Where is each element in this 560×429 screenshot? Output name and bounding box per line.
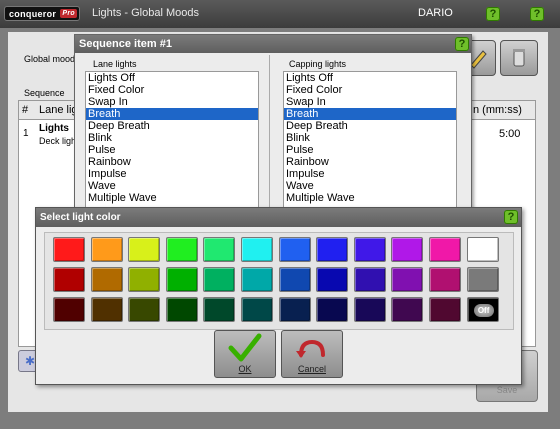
- color-swatch[interactable]: [278, 267, 311, 292]
- undo-arrow-icon: [296, 339, 325, 358]
- row-duration: 5:00: [499, 128, 521, 140]
- list-item[interactable]: Blink: [284, 132, 456, 144]
- logo-text: conqueror: [9, 9, 57, 19]
- color-swatch[interactable]: [278, 297, 311, 322]
- capping-lights-list[interactable]: Lights Off Fixed Color Swap In Breath Deep B…: [283, 71, 457, 211]
- color-swatch[interactable]: [203, 297, 236, 322]
- color-swatch[interactable]: [165, 297, 198, 322]
- color-swatch[interactable]: [90, 267, 123, 292]
- help-icon[interactable]: ?: [504, 210, 518, 224]
- ok-button[interactable]: OK: [214, 330, 276, 378]
- list-item[interactable]: Pulse: [86, 144, 258, 156]
- color-swatch[interactable]: [429, 267, 461, 292]
- list-item[interactable]: Multiple Wave: [86, 192, 258, 204]
- color-swatch[interactable]: [165, 267, 198, 292]
- color-swatch[interactable]: [316, 267, 349, 292]
- color-swatch[interactable]: [203, 267, 236, 292]
- row-sub: Deck ligh: [39, 136, 77, 146]
- window-title: Lights - Global Moods: [92, 7, 199, 19]
- dialog-title: Sequence item #1: [75, 35, 471, 53]
- color-swatch[interactable]: [90, 237, 123, 262]
- logo-badge: Pro: [60, 9, 77, 18]
- color-swatch[interactable]: [466, 267, 499, 292]
- list-item[interactable]: Deep Breath: [284, 120, 456, 132]
- color-swatch[interactable]: [241, 297, 273, 322]
- color-swatch[interactable]: [353, 237, 386, 262]
- color-swatch[interactable]: [391, 237, 424, 262]
- color-swatch[interactable]: [353, 297, 386, 322]
- cancel-label: Cancel: [297, 364, 326, 374]
- color-swatch[interactable]: [53, 267, 85, 292]
- title-bar: conqueror Pro Lights - Global Moods DARI…: [0, 0, 560, 28]
- list-item[interactable]: Breath: [86, 108, 258, 120]
- color-swatch[interactable]: [316, 297, 349, 322]
- color-swatch[interactable]: [278, 237, 311, 262]
- cancel-button[interactable]: Cancel: [281, 330, 343, 378]
- color-swatch[interactable]: [53, 297, 85, 322]
- color-swatch[interactable]: [391, 297, 424, 322]
- off-label: Off: [473, 304, 494, 317]
- divider: [269, 55, 270, 211]
- col-index: #: [22, 104, 29, 116]
- list-item[interactable]: Lights Off: [284, 72, 456, 84]
- color-swatch[interactable]: [53, 237, 85, 262]
- color-swatch[interactable]: [203, 237, 236, 262]
- list-item[interactable]: Impulse: [284, 168, 456, 180]
- list-item[interactable]: Impulse: [86, 168, 258, 180]
- sequence-item-dialog: Sequence item #1 ? Lane lights Capping l…: [74, 34, 472, 212]
- color-swatch[interactable]: [316, 237, 349, 262]
- color-swatch[interactable]: [241, 237, 273, 262]
- sequence-label: Sequence: [24, 88, 65, 98]
- list-item[interactable]: Rainbow: [86, 156, 258, 168]
- user-name: DARIO: [418, 7, 453, 19]
- color-swatch[interactable]: [128, 297, 161, 322]
- list-item[interactable]: Fixed Color: [86, 84, 258, 96]
- list-item[interactable]: Deep Breath: [86, 120, 258, 132]
- list-item[interactable]: Pulse: [284, 144, 456, 156]
- dialog-title: Select light color: [36, 208, 521, 227]
- list-item[interactable]: Multiple Wave: [284, 192, 456, 204]
- list-item[interactable]: Rainbow: [284, 156, 456, 168]
- list-item[interactable]: Wave: [86, 180, 258, 192]
- color-swatch-grid: Off: [44, 232, 514, 330]
- color-swatch[interactable]: [165, 237, 198, 262]
- lane-lights-label: Lane lights: [93, 59, 137, 69]
- list-item[interactable]: Wave: [284, 180, 456, 192]
- color-off-swatch[interactable]: Off: [466, 297, 499, 322]
- row-lane: Lights: [39, 123, 69, 134]
- checkmark-icon: [228, 333, 262, 362]
- app-help-icon[interactable]: ?: [530, 7, 544, 21]
- list-item[interactable]: Lights Off: [86, 72, 258, 84]
- help-icon[interactable]: ?: [455, 37, 469, 51]
- list-item[interactable]: Fixed Color: [284, 84, 456, 96]
- global-mood-label: Global mood: [24, 54, 76, 64]
- select-light-color-dialog: Select light color ? Off OK Cancel: [35, 207, 522, 385]
- col-duration: n (mm:ss): [473, 104, 522, 116]
- ok-label: OK: [238, 364, 252, 374]
- delete-button[interactable]: [500, 40, 538, 76]
- color-swatch[interactable]: [128, 267, 161, 292]
- color-swatch[interactable]: [429, 237, 461, 262]
- capping-lights-label: Capping lights: [289, 59, 347, 69]
- color-swatch[interactable]: [128, 237, 161, 262]
- list-item[interactable]: Blink: [86, 132, 258, 144]
- list-item[interactable]: Swap In: [86, 96, 258, 108]
- row-index: 1: [23, 128, 29, 139]
- color-swatch[interactable]: [90, 297, 123, 322]
- color-swatch[interactable]: [466, 237, 499, 262]
- app-logo: conqueror Pro: [4, 6, 80, 21]
- lane-lights-list[interactable]: Lights Off Fixed Color Swap In Breath Deep B…: [85, 71, 259, 211]
- list-item[interactable]: Swap In: [284, 96, 456, 108]
- col-lane: Lane lig: [39, 104, 78, 116]
- list-item[interactable]: Breath: [284, 108, 456, 120]
- color-swatch[interactable]: [353, 267, 386, 292]
- user-help-icon[interactable]: ?: [486, 7, 500, 21]
- color-swatch[interactable]: [429, 297, 461, 322]
- color-swatch[interactable]: [391, 267, 424, 292]
- trash-icon: [513, 49, 525, 67]
- color-swatch[interactable]: [241, 267, 273, 292]
